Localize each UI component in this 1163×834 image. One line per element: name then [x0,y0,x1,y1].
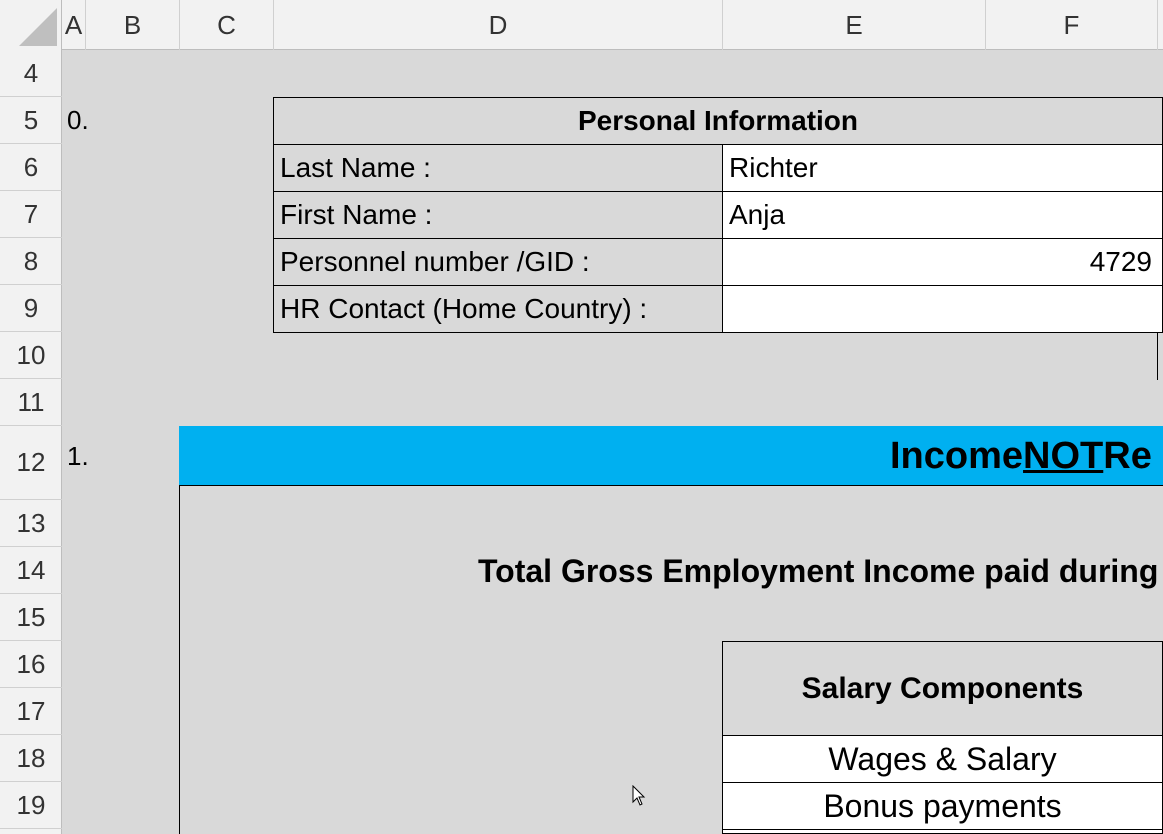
row-header-8[interactable]: 8 [0,238,62,285]
table-border-line [1157,333,1158,380]
row-header-4[interactable]: 4 [0,50,62,97]
row-header-6[interactable]: 6 [0,144,62,191]
income-title-not: NOT [1023,434,1104,477]
last-name-value[interactable]: Richter [722,144,1163,192]
personnel-number-value[interactable]: 4729 [722,238,1163,286]
section-number-personal[interactable]: 0. [67,105,89,136]
first-name-label[interactable]: First Name : [273,191,723,239]
row-header-18[interactable]: 18 [0,735,62,782]
row-header-11[interactable]: 11 [0,379,62,426]
hr-contact-label[interactable]: HR Contact (Home Country) : [273,285,723,333]
row-header-10[interactable]: 10 [0,332,62,379]
personal-info-table: Personal Information Last Name : Richter… [273,97,1163,333]
column-header-e[interactable]: E [723,0,986,50]
row-header-12[interactable]: 12 [0,426,62,500]
first-name-value[interactable]: Anja [722,191,1163,239]
last-name-label[interactable]: Last Name : [273,144,723,192]
select-all-corner[interactable] [0,0,62,50]
column-header-f[interactable]: F [986,0,1158,50]
income-title-part1: Income [890,434,1024,477]
salary-component-bonus[interactable]: Bonus payments [722,782,1163,830]
income-title: Income NOT Re [890,426,1152,486]
row-header-5[interactable]: 5 [0,97,62,144]
section-number-income[interactable]: 1. [67,441,89,472]
column-header-d[interactable]: D [274,0,723,50]
column-header-c[interactable]: C [180,0,274,50]
row-header-17[interactable]: 17 [0,688,62,735]
salary-component-next-row[interactable] [722,829,1163,834]
mouse-cursor-icon [632,785,646,806]
income-title-part3: Re [1103,434,1152,477]
row-header-7[interactable]: 7 [0,191,62,238]
salary-components-header[interactable]: Salary Components [722,641,1163,736]
column-header-b[interactable]: B [86,0,180,50]
column-header-a[interactable]: A [62,0,86,50]
row-header-19[interactable]: 19 [0,782,62,829]
row-header-14[interactable]: 14 [0,547,62,594]
row-header-16[interactable]: 16 [0,641,62,688]
gross-income-title[interactable]: Total Gross Employment Income paid durin… [478,548,1158,594]
row-header-13[interactable]: 13 [0,500,62,547]
personal-info-title[interactable]: Personal Information [273,97,1163,145]
hr-contact-value[interactable] [722,285,1163,333]
personnel-number-label[interactable]: Personnel number /GID : [273,238,723,286]
row-header-15[interactable]: 15 [0,594,62,641]
salary-component-wages[interactable]: Wages & Salary [722,735,1163,783]
select-all-triangle-icon [19,8,57,46]
row-header-9[interactable]: 9 [0,285,62,332]
